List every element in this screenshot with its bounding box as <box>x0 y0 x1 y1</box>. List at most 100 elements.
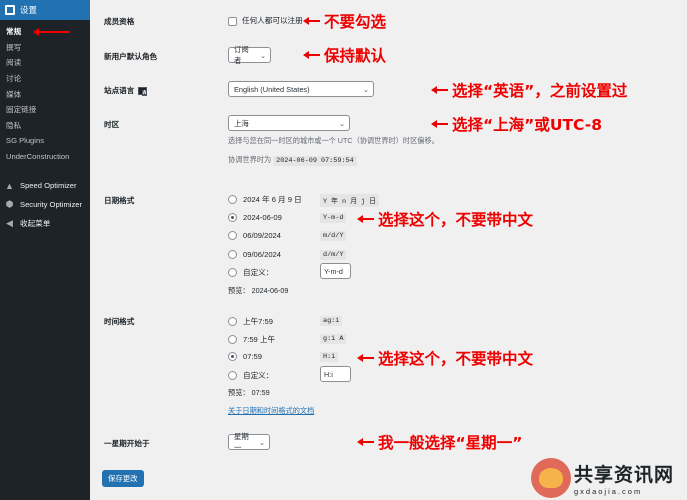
security-optimizer-label: Security Optimizer <box>20 200 83 210</box>
settings-menu-label: 设置 <box>20 5 38 15</box>
date-format-option-4-label: 09/06/2024 <box>243 250 282 259</box>
time-format-code-3: H:i <box>320 352 339 362</box>
timezone-description: 选择与您在同一时区的城市或一个 UTC（协调世界时）时区偏移。 <box>228 136 439 145</box>
settings-main: 成员资格 任何人都可以注册 不要勾选 新用户默认角色 订阅者 ⌄ 保持默认 站点… <box>90 0 687 500</box>
utc-time-prefix: 协调世界时为 <box>228 155 272 164</box>
time-format-custom-input[interactable]: H:i <box>320 366 351 382</box>
utc-time-row: 协调世界时为 2024-06-09 07:59:54 <box>228 155 357 166</box>
time-format-option-3-label: 07:59 <box>243 352 263 361</box>
sidebar-item-underconstruction[interactable]: UnderConstruction <box>6 149 90 165</box>
sidebar-item-permalinks[interactable]: 固定链接 <box>6 102 90 118</box>
sidebar-item-media[interactable]: 媒体 <box>6 86 90 102</box>
watermark-title: 共享资讯网 <box>574 464 675 486</box>
settings-icon <box>5 5 15 15</box>
date-format-custom-input[interactable]: Y-m-d <box>320 263 351 279</box>
sidebar-item-security-optimizer[interactable]: ⬢ Security Optimizer <box>0 195 90 214</box>
sidebar-item-writing[interactable]: 撰写 <box>6 40 90 56</box>
annotation-default-role: 保持默认 <box>303 44 387 66</box>
site-language-select[interactable]: English (United States) ⌄ <box>228 81 374 97</box>
anyone-can-register-label: 任何人都可以注册 <box>242 16 303 25</box>
date-format-preview: 预览： 2024-06-09 <box>228 286 288 296</box>
translate-icon <box>138 87 148 96</box>
annotation-time-format: 选择这个，不要带中文 <box>357 347 534 369</box>
time-format-preview: 预览： 07:59 <box>228 388 270 398</box>
watermark-logo: 共享资讯网 gxdaojia.com <box>531 456 681 500</box>
radio-button[interactable] <box>228 268 237 277</box>
radio-button[interactable] <box>228 195 237 204</box>
sidebar-item-discussion[interactable]: 讨论 <box>6 71 90 87</box>
annotation-text-3: 选择“英语”，之前设置过 <box>452 82 628 100</box>
sidebar-item-speed-optimizer[interactable]: ▲ Speed Optimizer <box>0 176 90 195</box>
sidebar-item-sg-plugins[interactable]: SG Plugins <box>6 133 90 149</box>
radio-button[interactable] <box>228 371 237 380</box>
annotation-week-start: 我一般选择“星期一” <box>357 431 523 453</box>
week-start-select[interactable]: 星期一 ⌄ <box>228 432 270 452</box>
date-time-docs-link[interactable]: 关于日期和时间格式的文档 <box>228 406 314 416</box>
watermark-url: gxdaojia.com <box>574 487 643 496</box>
annotation-text-4: 选择“上海”或UTC-8 <box>452 116 602 134</box>
annotation-date-format: 选择这个，不要带中文 <box>357 208 534 230</box>
time-format-option-1[interactable]: 上午7:59 <box>228 316 273 327</box>
annotation-text-2: 保持默认 <box>324 47 387 65</box>
time-format-code-2: g:i A <box>320 334 347 344</box>
time-format-custom-label: 自定义： <box>243 371 274 380</box>
annotation-text-6: 选择这个，不要带中文 <box>378 350 534 368</box>
date-preview-value: 2024-06-09 <box>251 286 289 295</box>
save-changes-button[interactable]: 保存更改 <box>102 470 144 487</box>
time-format-option-1-label: 上午7:59 <box>243 317 273 326</box>
date-format-custom-label: 自定义： <box>243 268 274 277</box>
radio-button[interactable] <box>228 317 237 326</box>
date-format-option-1-label: 2024 年 6 月 9 日 <box>243 195 302 204</box>
chevron-down-icon: ⌄ <box>339 121 345 128</box>
membership-label: 成员资格 <box>104 17 135 26</box>
collapse-menu-button[interactable]: ◀ 收起菜单 <box>0 214 90 233</box>
default-role-select[interactable]: 订阅者 ⌄ <box>228 45 271 65</box>
timezone-label: 时区 <box>104 120 120 129</box>
date-format-option-2[interactable]: 2024-06-09 <box>228 213 282 222</box>
time-format-option-2-label: 7:59 上午 <box>243 335 276 344</box>
radio-button[interactable] <box>228 335 237 344</box>
site-language-value: English (United States) <box>234 84 310 94</box>
annotation-site-language: 选择“英语”，之前设置过 <box>431 79 628 101</box>
sidebar-item-reading[interactable]: 阅读 <box>6 55 90 71</box>
annotation-membership: 不要勾选 <box>303 10 386 32</box>
radio-button[interactable] <box>228 250 237 259</box>
date-format-code-2: Y-m-d <box>320 213 347 223</box>
time-format-label: 时间格式 <box>104 317 135 326</box>
shield-icon: ⬢ <box>5 199 14 210</box>
settings-menu-header[interactable]: 设置 <box>0 0 90 20</box>
date-format-option-3-label: 06/09/2024 <box>243 231 282 240</box>
date-format-option-4[interactable]: 09/06/2024 <box>228 250 281 259</box>
radio-button[interactable] <box>228 231 237 240</box>
radio-button-selected[interactable] <box>228 213 237 222</box>
time-format-custom-option[interactable]: 自定义： <box>228 370 273 381</box>
time-preview-value: 07:59 <box>251 388 270 397</box>
date-format-option-3[interactable]: 06/09/2024 <box>228 231 281 240</box>
time-format-code-1: ag:i <box>320 316 343 326</box>
chevron-down-icon: ⌄ <box>260 53 266 60</box>
annotation-text-7: 我一般选择“星期一” <box>378 434 523 452</box>
utc-time-value: 2024-06-09 07:59:54 <box>273 156 357 166</box>
admin-sidebar: 设置 常规 撰写 阅读 讨论 媒体 固定链接 隐私 SG Plugins Und… <box>0 0 90 500</box>
date-format-label: 日期格式 <box>104 196 135 205</box>
date-format-code-4: d/m/Y <box>320 250 347 260</box>
timezone-select[interactable]: 上海 ⌄ <box>228 115 350 131</box>
time-format-option-3[interactable]: 07:59 <box>228 352 262 361</box>
time-format-option-2[interactable]: 7:59 上午 <box>228 334 275 345</box>
speed-icon: ▲ <box>5 180 14 191</box>
week-start-label: 一星期开始于 <box>104 439 150 448</box>
chevron-down-icon: ⌄ <box>259 440 265 447</box>
annotation-arrow-general <box>33 28 70 36</box>
annotation-text-5: 选择这个，不要带中文 <box>378 211 534 229</box>
annotation-timezone: 选择“上海”或UTC-8 <box>431 113 602 135</box>
sidebar-item-privacy[interactable]: 隐私 <box>6 118 90 134</box>
date-format-option-1[interactable]: 2024 年 6 月 9 日 <box>228 194 302 205</box>
collapse-icon: ◀ <box>6 218 13 229</box>
date-format-code-3: m/d/Y <box>320 231 347 241</box>
date-format-custom-option[interactable]: 自定义： <box>228 267 273 278</box>
radio-button-selected[interactable] <box>228 352 237 361</box>
time-preview-label: 预览： <box>228 388 250 397</box>
default-role-value: 订阅者 <box>234 45 249 65</box>
anyone-can-register-checkbox[interactable] <box>228 16 237 26</box>
site-language-text: 站点语言 <box>104 86 135 95</box>
